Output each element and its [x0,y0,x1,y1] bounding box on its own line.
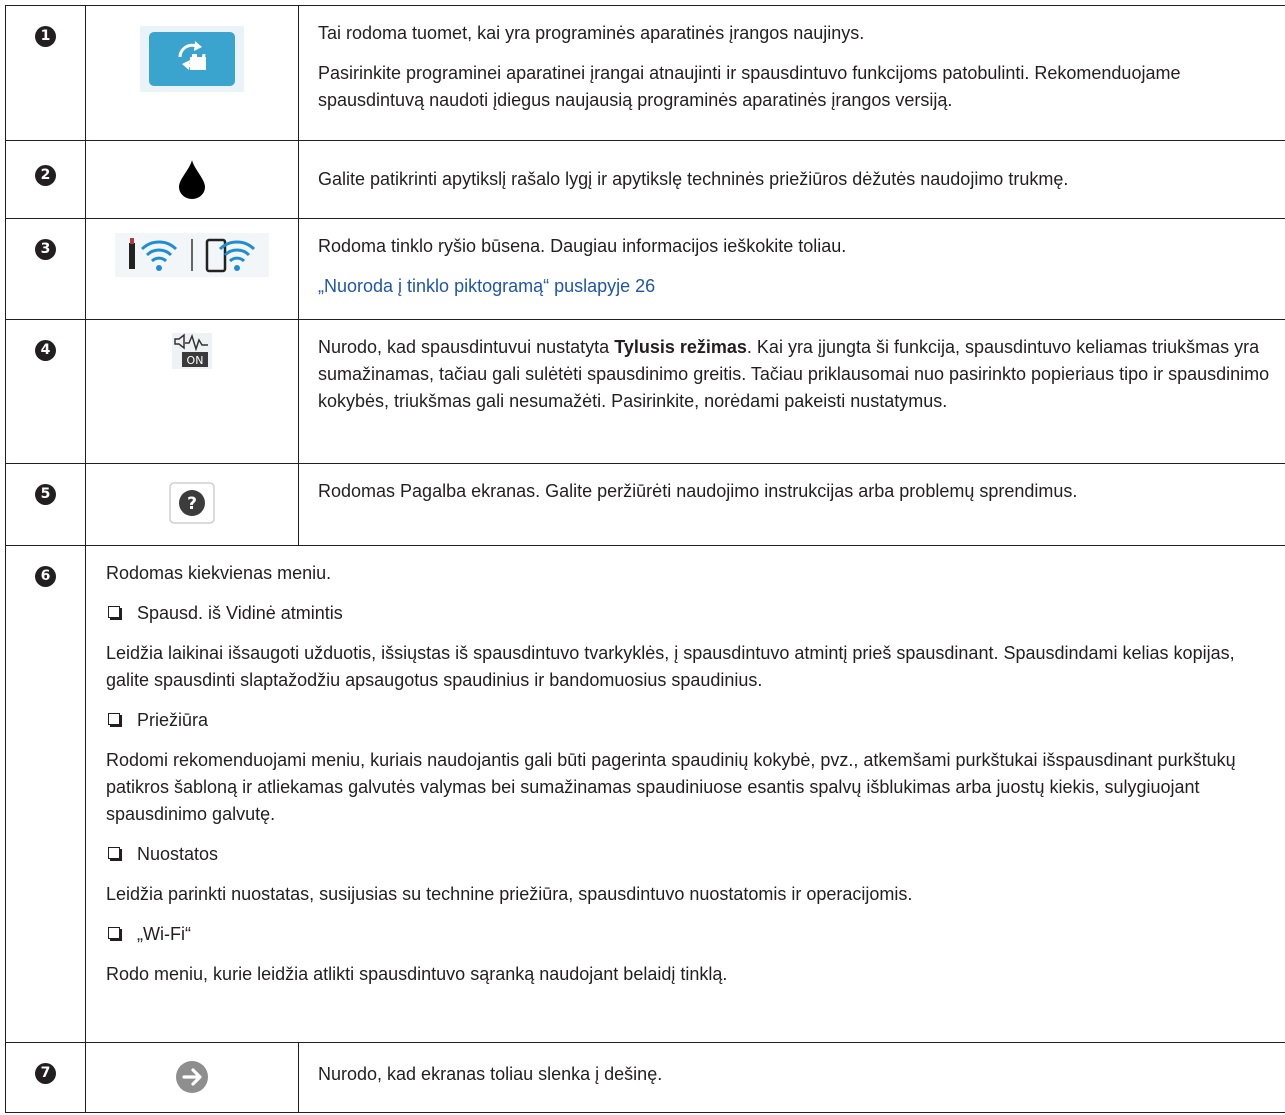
checkbox-bullet-icon [108,847,122,861]
checkbox-bullet-icon [108,713,122,727]
table-row: 3 Rodoma tinklo ryšio būsena. Daugiau in… [5,218,1285,320]
quiet-mode-name: Tylusis režimas [614,337,747,357]
menu-item-wifi: „Wi-Fi“ [106,921,1274,948]
help-icon[interactable]: ? [169,482,215,524]
menu-item-maintenance: Priežiūra [106,707,1274,734]
menu-item-description: Rodo meniu, kurie leidžia atlikti spausd… [106,964,728,984]
ink-drop-icon[interactable] [177,159,207,199]
row-number-badge: 7 [6,1043,85,1084]
checkbox-bullet-icon [108,927,122,941]
row-number-badge: 3 [6,219,85,260]
table-row: 7 Nurodo, kad ekranas toliau slenka į de… [5,1042,1285,1113]
table-row: 4 ON Nurodo, kad spausdintuvui nustatyta… [5,319,1285,464]
firmware-update-icon[interactable] [140,26,244,92]
row-number-badge: 5 [6,464,85,505]
description-text: Pasirinkite programinei aparatinei įrang… [318,63,1181,110]
description-text: Galite patikrinti apytikslį rašalo lygį … [318,169,1069,189]
checkbox-bullet-icon [108,606,122,620]
arrow-right-icon[interactable] [175,1060,209,1094]
menu-intro-text: Rodomas kiekvienas meniu. [106,563,332,583]
table-row: 1 Tai rodoma tuomet, kai yra programinės… [5,5,1285,141]
menu-item-description: Leidžia parinkti nuostatas, susijusias s… [106,884,913,904]
row-number-badge: 4 [6,320,85,361]
network-icon-reference-link[interactable]: „Nuoroda į tinklo piktogramą“ puslapyje … [318,276,655,296]
menu-item-description: Leidžia laikinai išsaugoti užduotis, išs… [106,643,1235,690]
description-text: Nurodo, kad spausdintuvui nustatyta Tylu… [318,337,1270,411]
menu-item-internal-memory: Spausd. iš Vidinė atmintis [106,600,1274,627]
network-status-icon[interactable] [115,233,269,277]
menu-item-description: Rodomi rekomenduojami meniu, kuriais nau… [106,750,1236,824]
row-number-badge: 1 [6,6,85,47]
row-number-badge: 6 [6,546,85,587]
description-text: Rodoma tinklo ryšio būsena. Daugiau info… [318,236,847,256]
svg-text:?: ? [187,494,197,514]
row-number-badge: 2 [6,141,85,186]
menu-item-settings: Nuostatos [106,841,1274,868]
table-row: 2 Galite patikrinti apytikslį rašalo lyg… [5,140,1285,219]
description-text: Nurodo, kad ekranas toliau slenka į deši… [318,1064,663,1084]
svg-text:ON: ON [187,354,204,367]
table-row: 6 Rodomas kiekvienas meniu. Spausd. iš V… [5,545,1285,1043]
table-row: 5 ? Rodomas Pagalba ekranas. Galite perž… [5,463,1285,546]
icon-description-table: 1 Tai rodoma tuomet, kai yra programinės… [5,5,1285,1113]
quiet-mode-on-icon[interactable]: ON [172,333,212,369]
description-text: Tai rodoma tuomet, kai yra programinės a… [318,23,865,43]
description-text: Rodomas Pagalba ekranas. Galite peržiūrė… [318,481,1078,501]
